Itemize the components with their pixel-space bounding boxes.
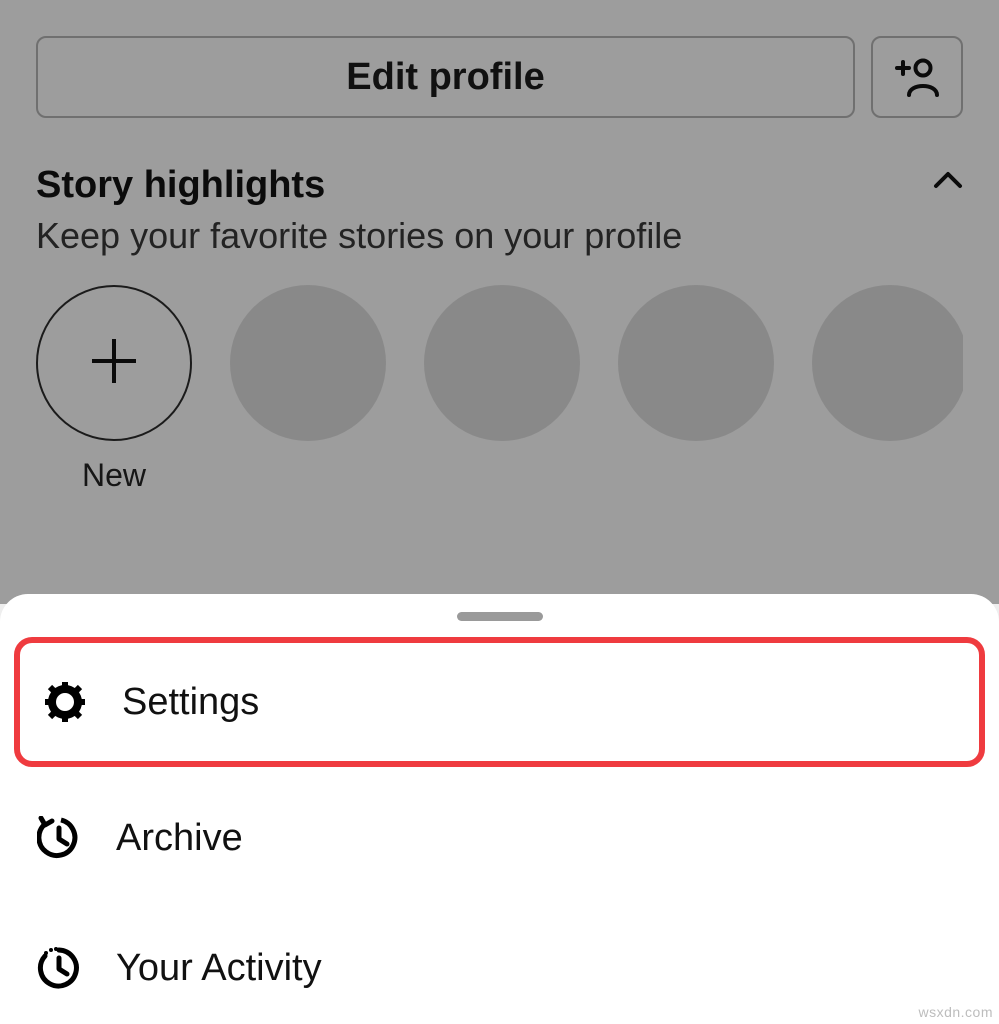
menu-item-archive[interactable]: Archive: [0, 773, 999, 903]
menu-item-your-activity[interactable]: Your Activity: [0, 903, 999, 1024]
archive-icon: [36, 816, 82, 860]
menu-label: Archive: [116, 817, 243, 860]
gear-icon: [42, 680, 88, 724]
activity-icon: [36, 946, 82, 990]
menu-item-settings[interactable]: Settings: [14, 637, 985, 767]
modal-dim-overlay[interactable]: [0, 0, 999, 604]
bottom-sheet: Settings Archive Your Activity: [0, 594, 999, 1024]
menu-label: Your Activity: [116, 947, 322, 990]
sheet-drag-handle[interactable]: [457, 612, 543, 621]
menu-label: Settings: [122, 681, 259, 724]
watermark: wsxdn.com: [918, 1004, 993, 1020]
